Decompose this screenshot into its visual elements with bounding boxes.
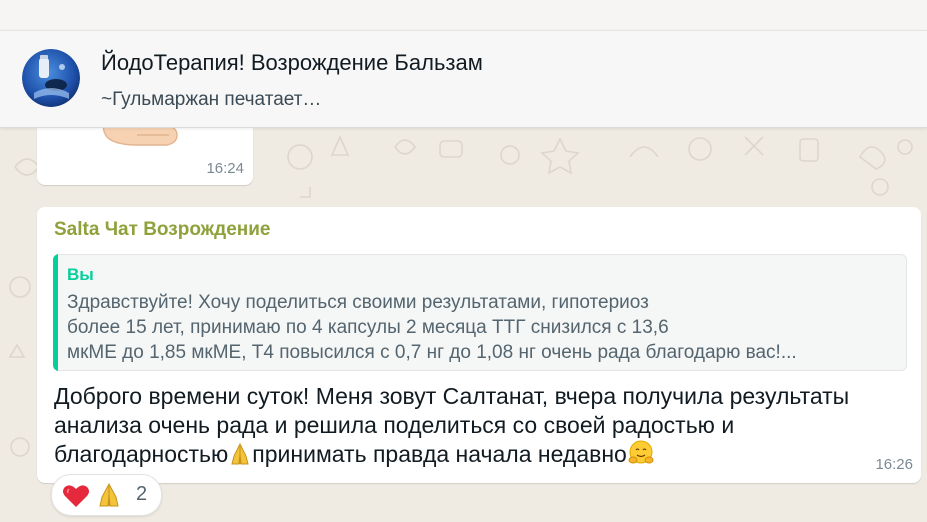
sender-name[interactable]: Salta Чат Возрождение [54,219,271,241]
quoted-message[interactable]: Вы Здравствуйте! Хочу поделиться своими … [53,254,907,371]
hugging-face-icon [628,440,654,464]
red-heart-icon [63,485,89,507]
reaction-count: 2 [136,483,148,505]
message-line-part: благодарностью [54,441,229,467]
message-bubble[interactable]: Salta Чат Возрождение Вы Здравствуйте! Х… [37,207,921,483]
quote-line: более 15 лет, принимаю по 4 капсулы 2 ме… [67,317,669,338]
quote-accent-bar [53,254,58,371]
window-top-strip [0,0,927,30]
previous-message-bubble[interactable]: 16:24 [37,127,253,185]
folded-hands-icon [231,442,249,465]
message-line-part: принимать правда начала недавно [252,441,627,467]
quote-line: мкМЕ до 1,85 мкМЕ, Т4 повысился с 0,7 нг… [67,342,797,363]
hand-sticker-icon [102,127,178,146]
chat-group-avatar-icon [22,49,80,107]
group-avatar[interactable] [22,49,80,107]
quote-text: Здравствуйте! Хочу поделиться своими рез… [67,290,897,365]
message-line: благодарностью принимать правда начала не… [54,440,884,469]
chat-area[interactable]: 16:24 Salta Чат Возрождение Вы Здравству… [0,127,927,522]
folded-hands-icon [99,482,119,507]
message-time: 16:26 [875,456,913,473]
reactions-pill[interactable]: 2 [51,474,162,516]
chat-header[interactable]: ЙодоТерапия! Возрождение Бальзам ~Гульма… [0,30,927,128]
message-line: Доброго времени суток! Меня зовут Салтан… [54,383,850,409]
message-text: Доброго времени суток! Меня зовут Салтан… [54,382,884,469]
quote-author: Вы [67,265,94,284]
quote-line: Здравствуйте! Хочу поделиться своими рез… [67,292,649,313]
message-line: анализа очень рада и решила поделиться с… [54,412,735,438]
chat-title[interactable]: ЙодоТерапия! Возрождение Бальзам [101,49,483,77]
typing-status: ~Гульмаржан печатает… [101,89,322,110]
previous-message-time: 16:24 [206,160,244,177]
